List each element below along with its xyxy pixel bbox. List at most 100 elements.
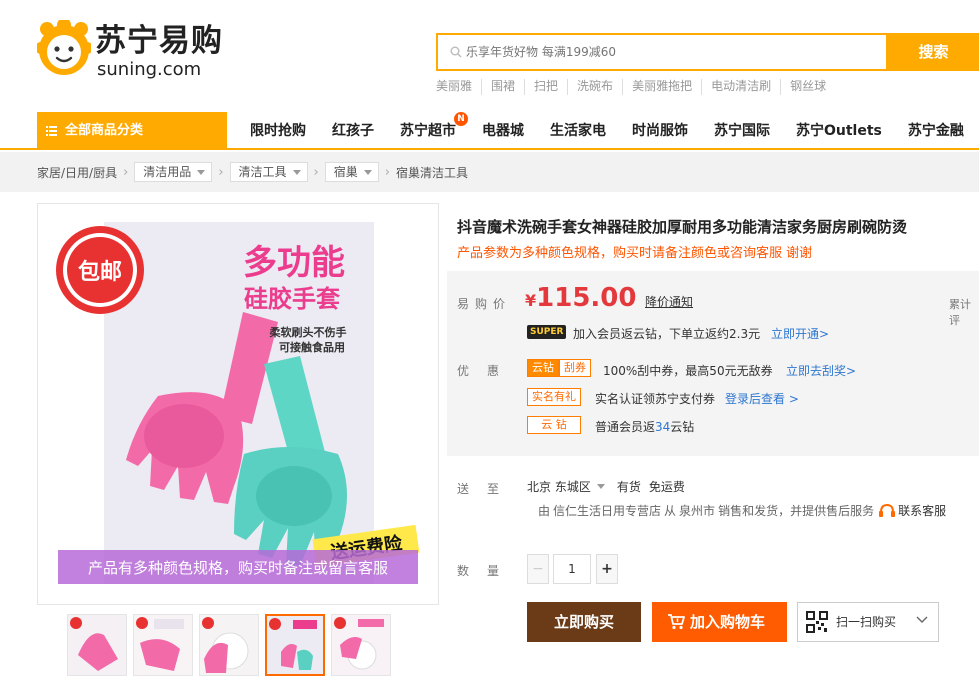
buy-now-button[interactable]: 立即购买 [527,602,641,642]
nav-item-flash-sale[interactable]: 限时抢购 [237,112,319,150]
breadcrumb-current: 宿巢清洁工具 [395,165,468,180]
breadcrumb-separator: › [218,164,224,180]
suning-logo[interactable]: 苏宁易购 suning.com [37,20,237,82]
search-icon [450,46,462,58]
delivery-location: 北京 东城区 [527,480,591,494]
breadcrumb-separator: › [384,164,390,180]
price-label: 易购价 [457,297,512,311]
contact-service-link[interactable]: 联系客服 [898,502,946,519]
product-image-art: 包邮 多功能 硅胶手套 柔软刷头不伤手 可接触食品用 送运费险 产品有多种颜色规… [38,204,438,604]
open-membership-link[interactable]: 立即开通> [771,325,829,342]
breadcrumb-dropdown[interactable]: 清洁工具 [229,162,308,182]
hot-word-link[interactable]: 扫把 [524,79,567,95]
thumb-image-icon [134,615,192,675]
thumbnail-strip [67,614,391,676]
logo-text-en: suning.com [97,59,202,80]
stock-status: 有货 [616,480,641,494]
breadcrumb-dropdown[interactable]: 清洁用品 [134,162,213,182]
breadcrumb: 家居/日用/厨具 › 清洁用品 › 清洁工具 › 宿巢 › 宿巢清洁工具 [37,162,468,182]
price-value: ¥115.00 [525,283,636,313]
headline-1: 多功能 [243,243,345,283]
hot-word-link[interactable]: 围裙 [481,79,524,95]
menu-icon [46,126,57,136]
hot-word-link[interactable]: 美丽雅 [436,79,481,95]
nav-item-outlets[interactable]: 苏宁Outlets [783,112,895,150]
breadcrumb-bar: 家居/日用/厨具 › 清洁用品 › 清洁工具 › 宿巢 › 宿巢清洁工具 [0,152,979,192]
breadcrumb-dropdown[interactable]: 宿巢 [324,162,379,182]
hot-word-link[interactable]: 钢丝球 [780,79,835,95]
thumb-image-icon [68,615,126,675]
currency-symbol: ¥ [525,291,537,310]
super-tag-text: SUPER [530,327,564,337]
nav-item-finance[interactable]: 苏宁金融 [895,112,977,150]
price-panel: 易购价 ¥115.00 降价通知 累计评 SUPER 加入会员返云钻，下单立返约… [447,271,979,456]
all-categories-button[interactable]: 全部商品分类 [37,112,227,150]
yunzuan-tag: 云钻 [527,359,559,377]
nav-item-home-appliances[interactable]: 生活家电 [537,112,619,150]
ship-from-suffix: 销售和发货，并提供售后服务 [718,504,875,518]
cumulative-review-label: 累计评 [949,298,971,327]
cart-icon [668,614,685,630]
headline-2: 硅胶手套 [244,285,341,313]
thumb-image-icon [332,615,390,675]
add-to-cart-label: 加入购物车 [690,613,766,631]
thumbnail[interactable] [133,614,193,676]
yunzuan-count: 34 [655,420,671,434]
main-nav: 全部商品分类 限时抢购 红孩子 苏宁超市 N 电器城 生活家电 时尚服饰 苏宁国… [0,112,979,150]
nav-item-fashion[interactable]: 时尚服饰 [619,112,701,150]
thumb-image-icon [267,616,323,674]
product-title: 抖音魔术洗碗手套女神器硅胶加厚耐用多功能清洁家务厨房刷碗防烫 [457,218,908,236]
promo-label: 优惠 [457,364,518,378]
scan-to-buy-label: 扫一扫购买 [836,615,897,629]
super-member-badge: SUPER [527,325,567,339]
super-member-text: 加入会员返云钻，下单立返约2.3元 [573,327,761,341]
nav-item-redbaby[interactable]: 红孩子 [319,112,387,150]
search-input[interactable] [466,35,876,69]
ship-from-info: 由 信仁生活日用专营店 从 泉州市 销售和发货，并提供售后服务 联系客服 [538,502,946,519]
dropdown-arrow-icon [197,169,206,175]
hot-word-link[interactable]: 电动清洁刷 [701,79,780,95]
scan-to-buy-dropdown[interactable]: 扫一扫购买 [797,602,939,642]
realname-login-link[interactable]: 登录后查看 > [725,390,799,407]
search-box [436,33,888,71]
product-subtitle: 产品参数为多种颜色规格，购买时请备注颜色或咨询客服 谢谢 [457,246,813,261]
breadcrumb-separator: › [313,164,319,180]
quantity-label: 数量 [457,564,518,578]
feature-1: 柔软刷头不伤手 [269,325,347,339]
hot-word-link[interactable]: 美丽雅拖把 [622,79,701,95]
main-product-image[interactable]: 包邮 多功能 硅胶手套 柔软刷头不伤手 可接触食品用 送运费险 产品有多种颜色规… [37,203,439,605]
delivery-location-select[interactable]: 北京 东城区 [527,478,605,495]
thumbnail[interactable] [199,614,259,676]
delivery-row: 北京 东城区 有货 免运费 [527,478,685,495]
bottom-note: 产品有多种颜色规格，购买时备注或留言客服 [88,559,388,577]
quantity-increase-button[interactable]: + [596,554,618,584]
search-button[interactable]: 搜索 [888,33,979,71]
breadcrumb-root[interactable]: 家居/日用/厨具 [37,164,117,181]
breadcrumb-separator: › [123,164,129,180]
nav-item-international[interactable]: 苏宁国际 [701,112,783,150]
price-number: 115.00 [536,283,637,313]
quantity-input[interactable] [553,554,591,584]
ship-from-mid: 从 [664,504,677,518]
add-to-cart-button[interactable]: 加入购物车 [652,602,787,642]
hot-word-link[interactable]: 洗碗布 [567,79,622,95]
scratch-coupon-link[interactable]: 立即去刮奖> [786,362,856,379]
thumbnail[interactable] [67,614,127,676]
price-notify-link[interactable]: 降价通知 [645,293,693,310]
nav-item-appliance-city[interactable]: 电器城 [469,112,537,150]
dropdown-arrow-icon [292,169,301,175]
thumbnail-active[interactable] [265,614,325,676]
lion-logo-icon [37,20,91,75]
nav-item-supermarket[interactable]: 苏宁超市 N [387,112,469,150]
realname-text: 实名认证领苏宁支付券 [595,392,716,406]
site-header: 苏宁易购 suning.com 搜索 美丽雅 围裙 扫把 洗碗布 美丽雅拖把 电… [0,0,979,112]
store-name-link[interactable]: 信仁生活日用专营店 [553,502,661,519]
qr-code-icon [806,611,828,633]
logo-text-cn: 苏宁易购 [95,23,223,59]
quantity-decrease-button[interactable]: − [527,554,549,584]
dropdown-arrow-icon [596,484,605,489]
delivery-label: 送至 [457,482,518,496]
ship-from-city: 泉州市 [679,504,716,518]
thumbnail[interactable] [331,614,391,676]
breadcrumb-level-label: 宿巢 [333,165,358,179]
